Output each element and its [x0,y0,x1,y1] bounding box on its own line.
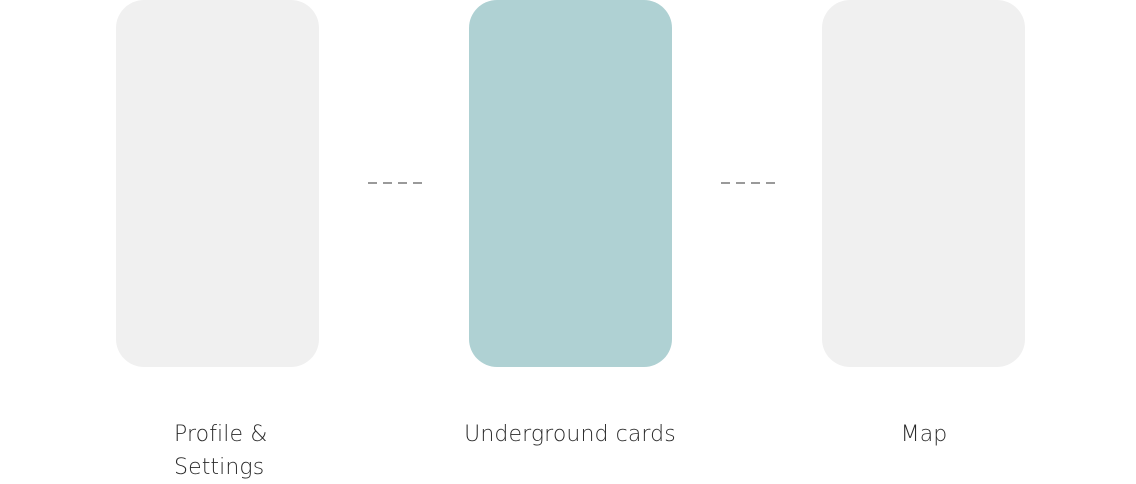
profile-settings-label: Profile & Settings [174,418,314,484]
map-screen-card [822,0,1025,367]
underground-cards-screen-card [469,0,672,367]
profile-settings-label-line-1: Profile & [174,422,268,447]
underground-cards-label: Underground cards [464,422,676,447]
dashed-connector-left [368,182,422,184]
profile-settings-screen-card [116,0,319,367]
dashed-connector-right [721,182,775,184]
profile-settings-label-line-2: Settings [174,455,265,480]
map-label: Map [900,422,948,447]
